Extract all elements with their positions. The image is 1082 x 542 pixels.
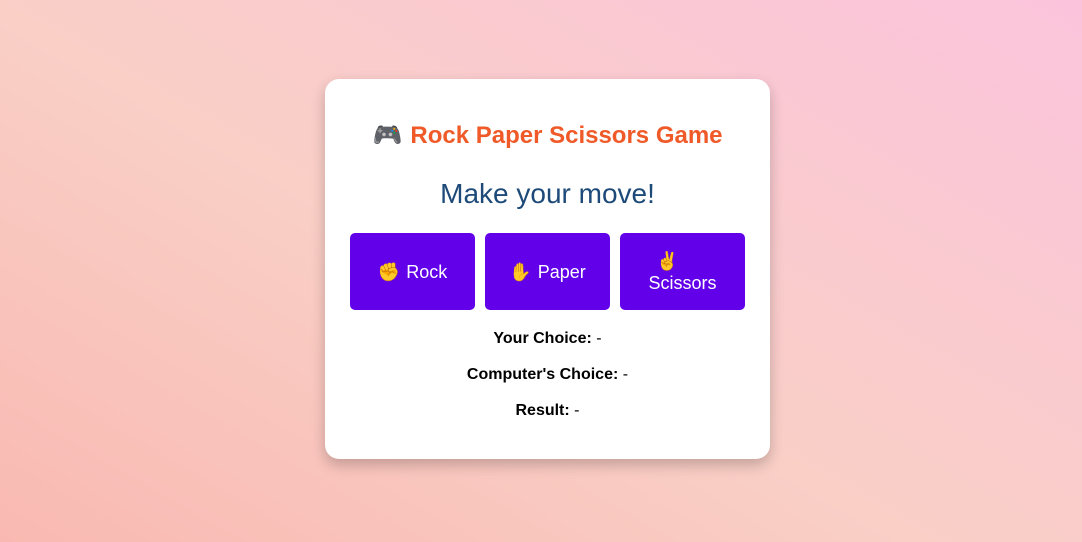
your-choice-label: Your Choice:	[493, 330, 592, 347]
computer-choice-label: Computer's Choice:	[466, 366, 619, 383]
result-value: -	[574, 402, 580, 419]
move-prompt: Make your move!	[440, 178, 655, 209]
result-label: Result:	[515, 402, 570, 419]
scissors-button[interactable]: ✌️ Scissors	[620, 233, 745, 310]
paper-button-label: Paper	[537, 261, 586, 282]
computer-choice-line: Computer's Choice: -	[325, 365, 770, 385]
result-line: Result: -	[325, 401, 770, 421]
raised-fist-icon: ✊	[377, 261, 401, 282]
your-choice-value: -	[596, 330, 602, 347]
game-title-text: Rock Paper Scissors Game	[410, 122, 723, 149]
game-card: 🎮 Rock Paper Scissors Game Make your move…	[325, 79, 770, 459]
rock-button[interactable]: ✊ Rock	[350, 233, 475, 310]
scissors-button-label: Scissors	[648, 272, 717, 293]
raised-hand-icon: ✋	[509, 261, 532, 282]
paper-button[interactable]: ✋ Paper	[485, 233, 610, 310]
your-choice-line: Your Choice: -	[325, 329, 770, 349]
computer-choice-value: -	[622, 366, 629, 383]
game-title: 🎮 Rock Paper Scissors Game	[325, 120, 770, 152]
victory-hand-icon: ✌️	[656, 250, 679, 271]
game-controller-icon: 🎮	[372, 122, 403, 149]
rock-button-label: Rock	[406, 261, 448, 282]
